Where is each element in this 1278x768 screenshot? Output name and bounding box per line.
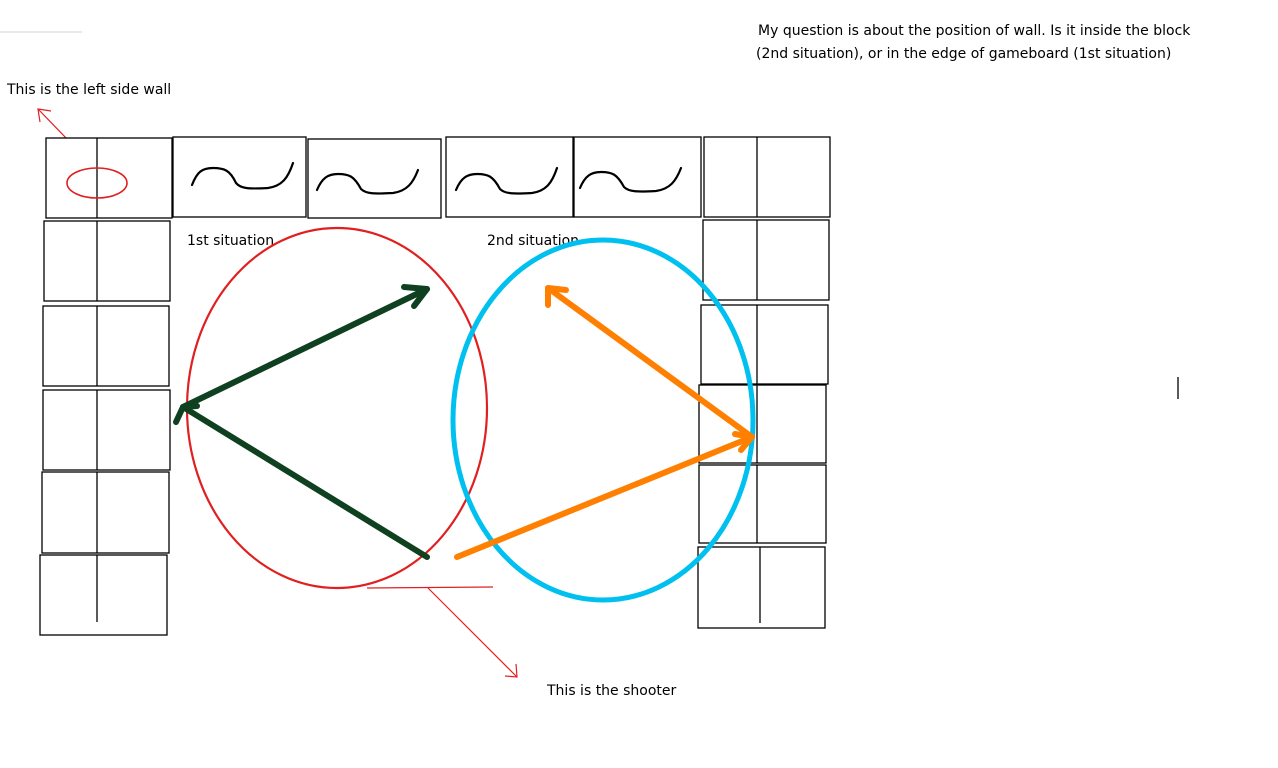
top-block-2 — [307, 138, 442, 219]
left-wall-block-4 — [41, 471, 170, 554]
top-block-4 — [573, 136, 702, 218]
right-wall-block-5 — [697, 546, 826, 629]
left-wall-block-1 — [43, 220, 171, 302]
top-block-3 — [445, 136, 574, 218]
left-wall-block-3 — [42, 389, 171, 471]
left-wall-block-5 — [39, 554, 168, 636]
right-wall-block-1 — [702, 219, 830, 301]
left-wall-block-2 — [42, 305, 170, 387]
shooter-label: This is the shooter — [546, 683, 677, 699]
right-wall-block-2 — [700, 304, 829, 385]
top-right-corner-block — [703, 136, 831, 218]
situation-1-trajectory — [173, 284, 430, 560]
top-block-1 — [172, 136, 307, 218]
question-line-1: My question is about the position of wal… — [758, 23, 1191, 39]
situation-1-label: 1st situation — [187, 233, 274, 249]
top-left-corner-block — [45, 137, 173, 219]
shooter-pointer — [366, 586, 518, 678]
situation-1-circle — [185, 226, 489, 590]
wall-position-diagram: My question is about the position of wal… — [0, 23, 1191, 699]
left-wall-label: This is the left side wall — [6, 82, 171, 98]
question-line-2: (2nd situation), or in the edge of gameb… — [756, 46, 1171, 62]
